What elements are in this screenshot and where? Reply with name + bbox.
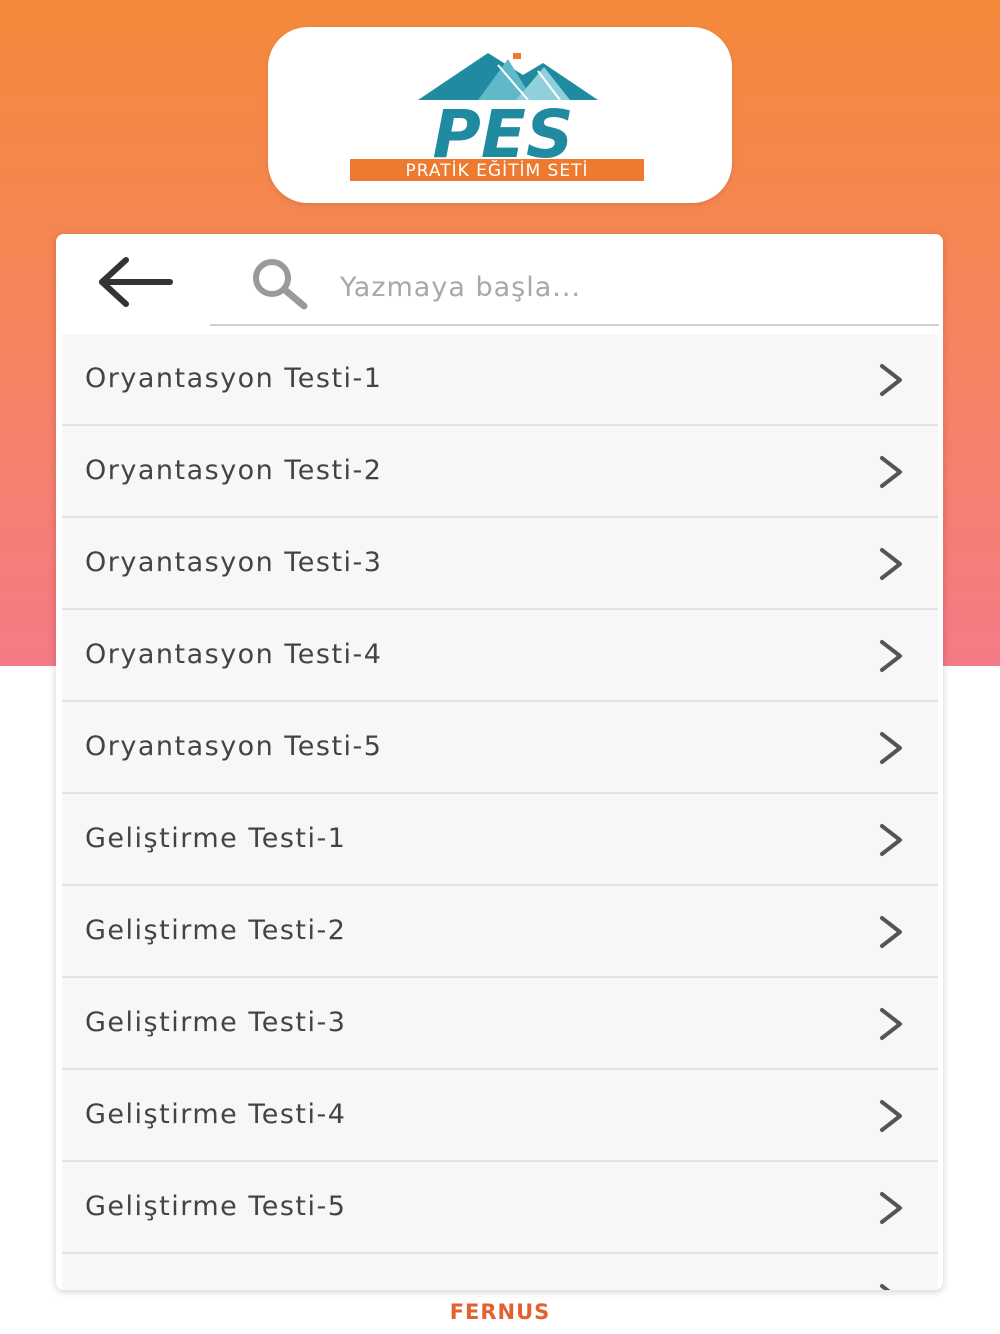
chevron-right-icon <box>880 1100 902 1132</box>
search-icon <box>253 259 308 310</box>
footer-brand: FERNUS <box>449 1300 551 1324</box>
chevron-right-icon <box>880 916 902 948</box>
arrow-left-icon <box>99 257 173 307</box>
chevron-right-icon <box>880 732 902 764</box>
chevron-right-icon <box>880 1284 891 1290</box>
chevron-right-icon <box>880 824 902 856</box>
chevron-right-icon <box>880 1192 902 1224</box>
chevron-right-icon <box>880 456 902 488</box>
logo-tagline: PRATİK EĞİTİM SETİ <box>406 159 589 181</box>
search-panel: Oryantasyon Testi-1 Oryantasyon Testi-2 Or… <box>56 234 943 1290</box>
pes-logo: PES PRATİK EĞİTİM SETİ <box>350 53 644 181</box>
search-underline <box>210 324 939 326</box>
list-item[interactable]: Geliştirme Testi-4 <box>62 1070 938 1162</box>
chevron-right-icon <box>880 1008 902 1040</box>
test-list: Oryantasyon Testi-1 Oryantasyon Testi-2 Or… <box>62 334 938 1290</box>
search-bar <box>56 234 943 334</box>
back-button[interactable] <box>86 252 186 314</box>
list-item[interactable] <box>62 1254 938 1290</box>
list-item[interactable]: Geliştirme Testi-1 <box>62 794 938 886</box>
list-item[interactable]: Geliştirme Testi-2 <box>62 886 938 978</box>
list-item[interactable]: Oryantasyon Testi-3 <box>62 518 938 610</box>
list-item-label: Geliştirme Testi-4 <box>85 1099 347 1130</box>
list-item[interactable]: Oryantasyon Testi-5 <box>62 702 938 794</box>
chevron-right-icon <box>880 640 902 672</box>
list-item-label: Oryantasyon Testi-3 <box>85 547 383 578</box>
list-item-label: Geliştirme Testi-1 <box>85 823 347 854</box>
list-item-label: Oryantasyon Testi-4 <box>85 639 383 670</box>
chevron-right-icon <box>880 364 902 396</box>
logo-card: PES PRATİK EĞİTİM SETİ <box>268 27 732 203</box>
list-item[interactable]: Geliştirme Testi-3 <box>62 978 938 1070</box>
search-input[interactable] <box>338 258 922 316</box>
list-item[interactable]: Oryantasyon Testi-4 <box>62 610 938 702</box>
list-item-label: Geliştirme Testi-3 <box>85 1007 347 1038</box>
list-item-label: Oryantasyon Testi-5 <box>85 731 383 762</box>
list-item[interactable]: Oryantasyon Testi-2 <box>62 426 938 518</box>
chevron-right-icon <box>880 548 902 580</box>
list-item-label: Oryantasyon Testi-1 <box>85 363 383 394</box>
list-item-label: Oryantasyon Testi-2 <box>85 455 383 486</box>
list-item-label: Geliştirme Testi-5 <box>85 1191 347 1222</box>
list-item[interactable]: Geliştirme Testi-5 <box>62 1162 938 1254</box>
list-item-label: Geliştirme Testi-2 <box>85 915 347 946</box>
list-item[interactable]: Oryantasyon Testi-1 <box>62 334 938 426</box>
